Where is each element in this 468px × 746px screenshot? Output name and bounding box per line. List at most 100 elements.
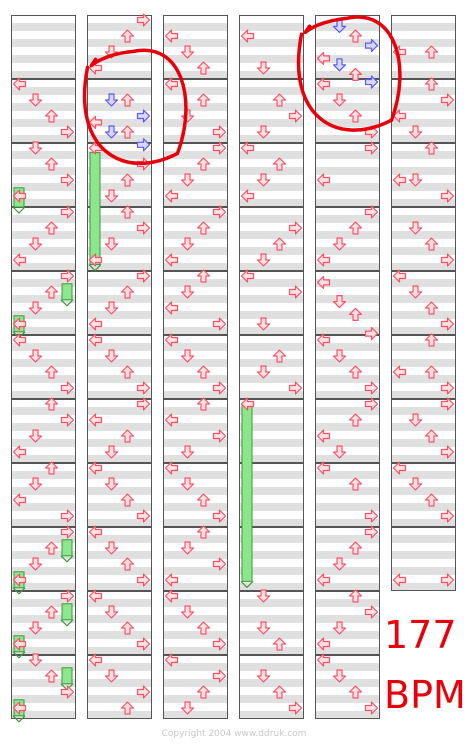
beat-stripe [315,647,380,655]
beat-stripe [239,103,304,111]
beat-stripe [11,23,76,31]
beat-stripe [163,279,228,287]
beat-stripe [239,263,304,271]
beat-stripe [315,295,380,303]
beat-stripe [11,407,76,415]
beat-stripe [87,375,152,383]
beat-stripe [163,551,228,559]
beat-stripe [163,215,228,223]
beat-stripe [391,103,456,111]
beat-stripe [391,295,456,303]
beat-stripe [11,135,76,143]
bpm-value: 177 [384,613,457,657]
beat-stripe [315,711,380,719]
beat-stripe [163,615,228,623]
beat-stripe [163,487,228,495]
beat-stripe [315,183,380,191]
beat-stripe [239,359,304,367]
beat-stripe [239,631,304,639]
beat-stripe [239,247,304,255]
beat-stripe [239,647,304,655]
freeze-arrow [88,152,102,272]
bpm-unit: BPM [384,673,466,717]
beat-stripe [163,375,228,383]
copyright-text: Copyright 2004 www.ddruk.com [161,729,307,739]
beat-stripe [315,87,380,95]
beat-stripe [87,647,152,655]
beat-stripe [87,279,152,287]
beat-stripe [11,247,76,255]
beat-stripe [391,199,456,207]
beat-stripe [239,295,304,303]
beat-stripe [11,119,76,127]
beat-stripe [11,263,76,271]
beat-stripe [391,343,456,351]
beat-stripe [315,695,380,703]
beat-stripe [163,535,228,543]
beat-stripe [11,487,76,495]
beat-stripe [163,119,228,127]
beat-stripe [163,39,228,47]
beat-stripe [11,343,76,351]
beat-stripe [87,615,152,623]
beat-stripe [87,583,152,591]
beat-stripe [315,407,380,415]
beat-stripe [239,135,304,143]
beat-stripe [87,711,152,719]
beat-stripe [391,215,456,223]
freeze-body [61,539,73,557]
beat-stripe [87,71,152,79]
beat-stripe [163,679,228,687]
beat-stripe [391,119,456,127]
beat-stripe [163,343,228,351]
beat-stripe [239,215,304,223]
beat-stripe [87,343,152,351]
chart-column [239,15,304,719]
beat-stripe [315,439,380,447]
beat-stripe [163,231,228,239]
beat-stripe [315,167,380,175]
beat-stripe [239,711,304,719]
beat-stripe [239,231,304,239]
beat-stripe [239,39,304,47]
beat-stripe [87,663,152,671]
beat-stripe [315,151,380,159]
beat-stripe [391,23,456,31]
beat-stripe [315,663,380,671]
beat-stripe [239,183,304,191]
beat-stripe [87,327,152,335]
beat-stripe [163,599,228,607]
beat-stripe [315,199,380,207]
beat-stripe [87,423,152,431]
beat-stripe [391,183,456,191]
beat-stripe [391,231,456,239]
beat-stripe [391,551,456,559]
beat-stripe [87,295,152,303]
beat-stripe [391,583,456,591]
beat-stripe [239,679,304,687]
beat-stripe [163,503,228,511]
beat-stripe [11,439,76,447]
freeze-body [241,404,253,582]
beat-stripe [391,375,456,383]
beat-stripe [315,599,380,607]
beat-stripe [11,103,76,111]
beat-stripe [87,535,152,543]
beat-stripe [315,487,380,495]
beat-stripe [315,103,380,111]
beat-stripe [239,199,304,207]
beat-stripe [163,567,228,575]
beat-stripe [315,471,380,479]
beat-stripe [163,311,228,319]
beat-stripe [315,423,380,431]
beat-stripe [315,375,380,383]
beat-stripe [391,439,456,447]
beat-stripe [163,519,228,527]
beat-stripe [11,423,76,431]
beat-stripe [391,359,456,367]
beat-stripe [11,231,76,239]
beat-stripe [11,215,76,223]
beat-stripe [315,679,380,687]
beat-stripe [87,567,152,575]
beat-stripe [11,471,76,479]
